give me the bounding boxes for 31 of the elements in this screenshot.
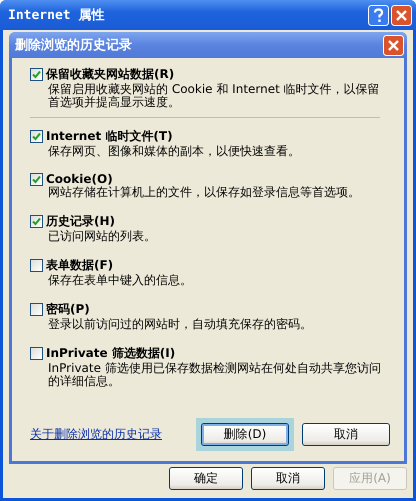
option-description: 保存网页、图像和媒体的副本，以便快速查看。 xyxy=(48,145,301,158)
window-title: Internet 属性 xyxy=(8,7,106,24)
window-button[interactable]: 确定 xyxy=(169,467,243,490)
checkbox[interactable] xyxy=(30,215,43,228)
checkbox[interactable] xyxy=(30,172,43,186)
option-description: 网站存储在计算机上的文件，以保存如登录信息等首选项。 xyxy=(48,186,361,199)
option-label[interactable]: 密码(P) xyxy=(46,301,90,318)
checkbox[interactable] xyxy=(30,130,43,143)
checkbox[interactable] xyxy=(30,347,43,360)
option-description: InPrivate 筛选使用已保存数据检测网站在何处自动共享您访问的详细信息。 xyxy=(48,362,382,388)
window-button[interactable]: 取消 xyxy=(251,467,325,490)
close-icon[interactable] xyxy=(383,34,404,56)
option-description: 保留启用收藏夹网站的 Cookie 和 Internet 临时文件，以保留首选项并提高显示速度。 xyxy=(48,83,381,109)
dialog-button[interactable]: 删除(D) xyxy=(201,423,289,446)
help-link[interactable]: 关于删除浏览的历史记录 xyxy=(30,426,162,443)
option-label[interactable]: Cookie(O) xyxy=(46,172,113,186)
close-icon[interactable] xyxy=(391,4,412,26)
option-label[interactable]: InPrivate 筛选数据(I) xyxy=(46,345,176,362)
option-label[interactable]: Internet 临时文件(T) xyxy=(46,128,173,145)
option-description: 已访问网站的列表。 xyxy=(48,230,157,243)
option-description: 登录以前访问过的网站时，自动填充保存的密码。 xyxy=(48,318,313,331)
dialog-button[interactable]: 取消 xyxy=(302,423,390,446)
option-label[interactable]: 表单数据(F) xyxy=(46,257,114,274)
option-description: 保存在表单中键入的信息。 xyxy=(48,274,193,287)
dialog-title: 删除浏览的历史记录 xyxy=(15,36,133,54)
help-icon[interactable] xyxy=(368,4,389,26)
checkbox[interactable] xyxy=(30,303,43,316)
option-label[interactable]: 保留收藏夹网站数据(R) xyxy=(46,66,174,83)
checkbox[interactable] xyxy=(30,68,43,81)
checkbox[interactable] xyxy=(30,259,43,272)
option-label[interactable]: 历史记录(H) xyxy=(46,213,116,230)
